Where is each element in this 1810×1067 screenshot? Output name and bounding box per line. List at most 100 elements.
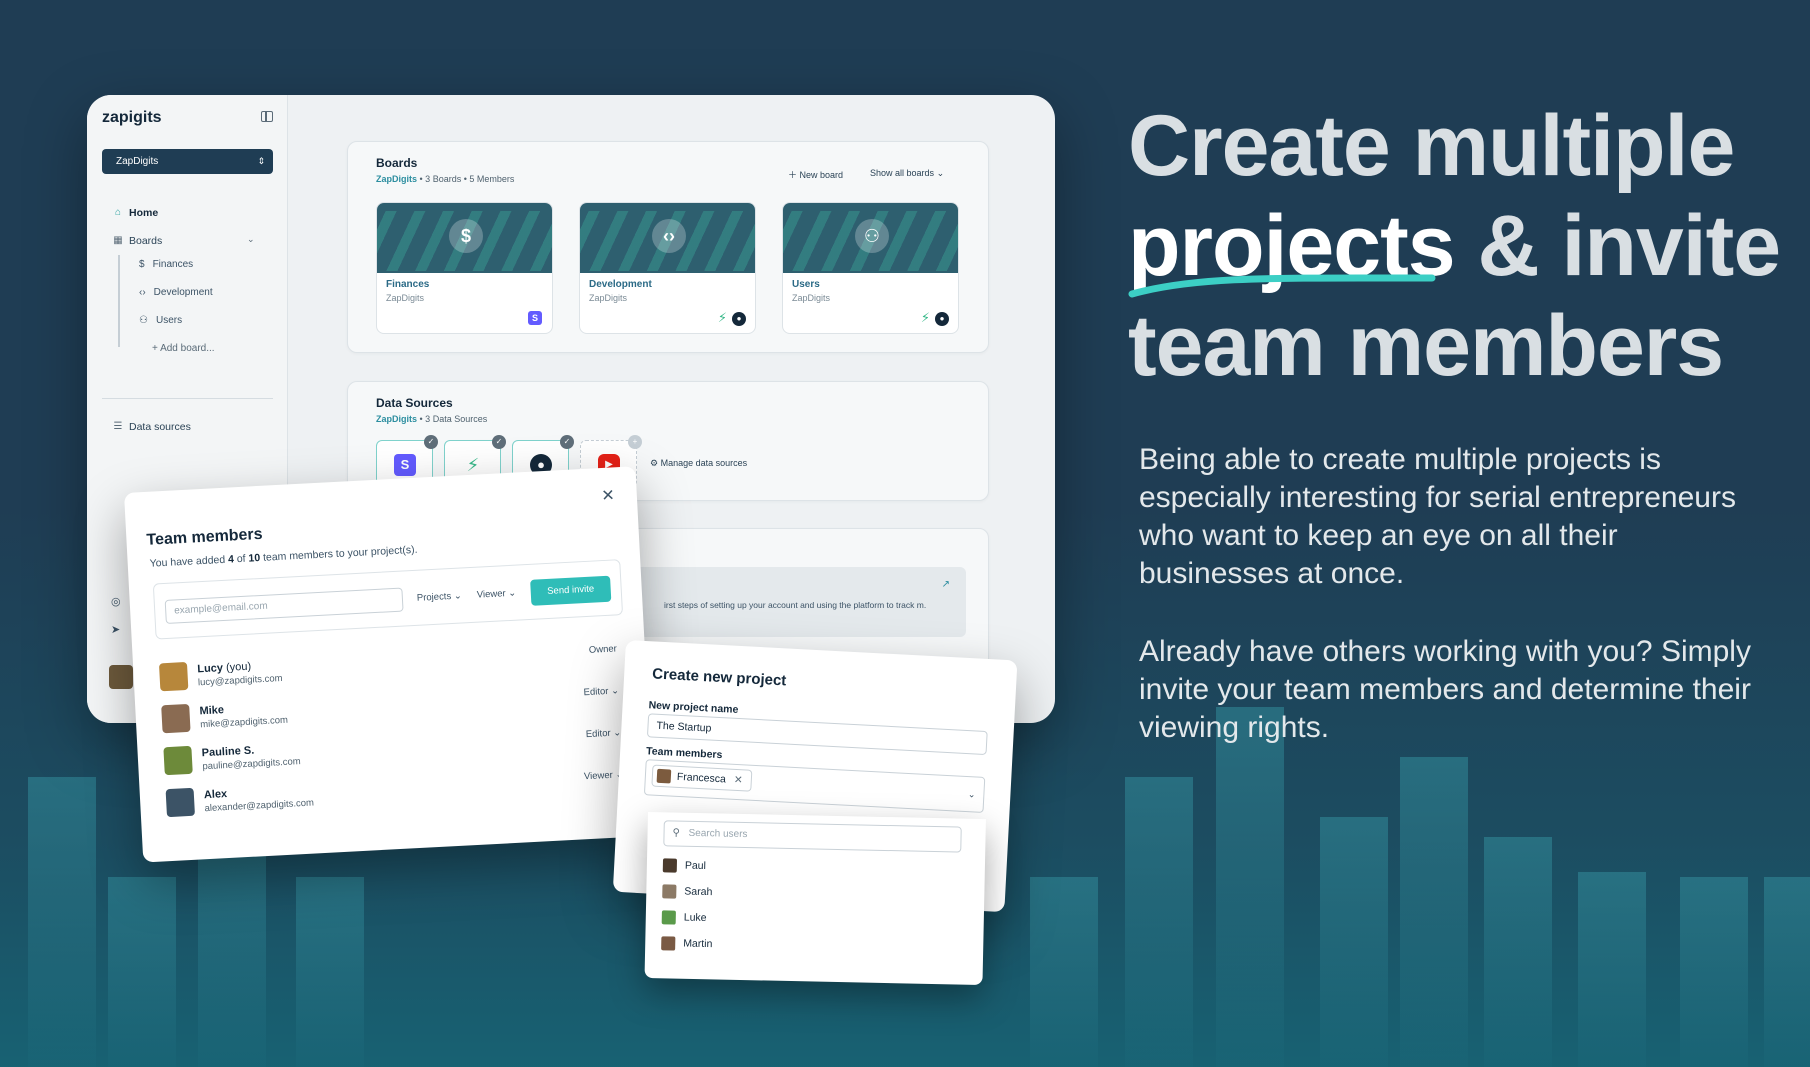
gear-icon: ⚙ [650, 458, 659, 468]
external-link-icon[interactable]: ↗ [942, 579, 950, 590]
data-sources-meta: ZapDigits • 3 Data Sources [376, 414, 487, 424]
boards-title: Boards [376, 156, 418, 170]
sidebar-item-label: Home [129, 207, 159, 219]
add-board-link[interactable]: + Add board... [152, 343, 215, 354]
sidebar-collapse-icon[interactable] [261, 111, 273, 122]
tree-line [118, 255, 120, 347]
avatar [662, 858, 678, 873]
avatar [656, 768, 672, 784]
code-icon: ‹› [139, 287, 146, 298]
team-members-select[interactable]: Francesca ✕ ⌄ [643, 759, 986, 813]
workspace-select[interactable]: ZapDigits ⇕ [102, 149, 273, 174]
board-card-users[interactable]: ⚇ Users ZapDigits ⚡ ● [782, 202, 959, 334]
github-icon: ● [935, 312, 949, 326]
plus-icon: + [628, 435, 642, 449]
sidebar-item-development[interactable]: ‹› Development [139, 287, 213, 298]
boards-meta: ZapDigits • 3 Boards • 5 Members [376, 174, 514, 184]
user-option[interactable]: Paul [662, 858, 706, 873]
user-option[interactable]: Martin [661, 936, 713, 951]
send-icon[interactable]: ➤ [111, 623, 120, 636]
board-banner: $ [377, 203, 552, 273]
sidebar-item-finances[interactable]: $ Finances [139, 259, 193, 270]
board-name: Development [589, 279, 652, 290]
email-input[interactable]: example@email.com [164, 587, 404, 624]
chip-label: Francesca [676, 770, 727, 786]
sidebar-item-users[interactable]: ⚇ Users [139, 315, 182, 326]
code-icon: ‹› [652, 219, 686, 253]
invite-form: example@email.com Projects ⌄ Viewer ⌄ Se… [152, 559, 624, 640]
sidebar-item-boards[interactable]: ▦ Boards [113, 235, 162, 247]
member-name: Lucy (you) [197, 660, 252, 676]
manage-label: Manage data sources [660, 458, 748, 468]
chevron-down-icon: ⌄ [967, 789, 976, 800]
avatar [661, 936, 676, 951]
close-icon[interactable]: ✕ [601, 485, 615, 506]
chevron-down-icon: ⌄ [936, 168, 945, 178]
sidebar-item-label: Boards [129, 235, 163, 247]
user-option[interactable]: Sarah [662, 884, 712, 899]
avatar [662, 884, 677, 899]
plus-icon: ＋ [788, 170, 798, 180]
help-icon[interactable]: ◎ [111, 595, 121, 608]
check-icon: ✓ [424, 435, 438, 449]
dollar-icon: $ [139, 259, 145, 270]
org-link[interactable]: ZapDigits [376, 174, 417, 184]
projects-select[interactable]: Projects ⌄ [417, 590, 462, 603]
board-banner: ⚇ [783, 203, 958, 273]
org-link[interactable]: ZapDigits [376, 414, 417, 424]
paragraph-2: Already have others working with you? Si… [1139, 635, 1751, 744]
manage-data-sources-link[interactable]: ⚙ Manage data sources [650, 458, 747, 469]
board-banner: ‹› [580, 203, 755, 273]
member-role-select[interactable]: Editor ⌄ [583, 685, 619, 698]
stripe-icon: S [528, 311, 542, 325]
team-modal-title: Team members [146, 525, 263, 549]
boards-card: Boards ZapDigits • 3 Boards • 5 Members … [347, 141, 989, 353]
avatar [161, 703, 191, 734]
avatar [158, 661, 189, 692]
search-users-input[interactable]: ⚲ Search users [663, 820, 962, 853]
sidebar-item-home[interactable]: ⌂ Home [113, 207, 158, 219]
workspace-label: ZapDigits [116, 156, 159, 167]
sidebar-item-label: Data sources [129, 421, 191, 433]
sidebar-item-data-sources[interactable]: ☰ Data sources [113, 421, 191, 433]
bolt-icon: ⚡ [717, 310, 727, 325]
dollar-icon: $ [449, 219, 483, 253]
board-org: ZapDigits [589, 293, 628, 303]
team-members-label: Team members [645, 745, 723, 762]
member-name: Alex [203, 788, 228, 802]
new-board-button[interactable]: ＋ New board [788, 168, 843, 181]
new-board-label: New board [799, 170, 844, 180]
data-sources-title: Data Sources [376, 396, 453, 410]
show-all-boards-button[interactable]: Show all boards ⌄ [870, 168, 944, 179]
bolt-icon: ⚡ [466, 455, 480, 475]
sidebar-item-label: Finances [152, 259, 194, 270]
sidebar-item-label: Users [155, 315, 183, 326]
send-invite-button[interactable]: Send invite [530, 575, 612, 606]
board-name: Finances [386, 279, 430, 290]
board-org: ZapDigits [386, 293, 425, 303]
users-icon: ⚇ [139, 315, 148, 326]
board-card-finances[interactable]: $ Finances ZapDigits S [376, 202, 553, 334]
chevron-down-icon[interactable]: ⌄ [247, 234, 255, 245]
member-name: Pauline S. [201, 744, 255, 760]
sidebar-item-label: Development [153, 287, 213, 298]
getting-started-text: irst steps of setting up your account an… [664, 600, 927, 610]
member-name: Mike [199, 704, 225, 718]
headline-line1: Create multiple [1128, 98, 1735, 194]
board-org: ZapDigits [792, 293, 831, 303]
avatar[interactable] [109, 665, 133, 689]
users-icon: ⚇ [855, 219, 889, 253]
search-icon: ⚲ [672, 827, 681, 839]
check-icon: ✓ [560, 435, 574, 449]
close-icon[interactable]: ✕ [734, 774, 743, 786]
headline: Create multiple projects & invite team m… [1128, 96, 1788, 396]
user-option[interactable]: Luke [661, 910, 707, 925]
board-card-development[interactable]: ‹› Development ZapDigits ⚡ ● [579, 202, 756, 334]
home-icon: ⌂ [114, 207, 122, 218]
member-email: pauline@zapdigits.com [202, 756, 301, 773]
member-role-select[interactable]: Editor ⌄ [586, 727, 622, 740]
headline-line3: team members [1128, 298, 1724, 394]
count-total: 10 [248, 551, 261, 565]
role-select[interactable]: Viewer ⌄ [477, 588, 517, 601]
member-chip[interactable]: Francesca ✕ [651, 764, 753, 792]
